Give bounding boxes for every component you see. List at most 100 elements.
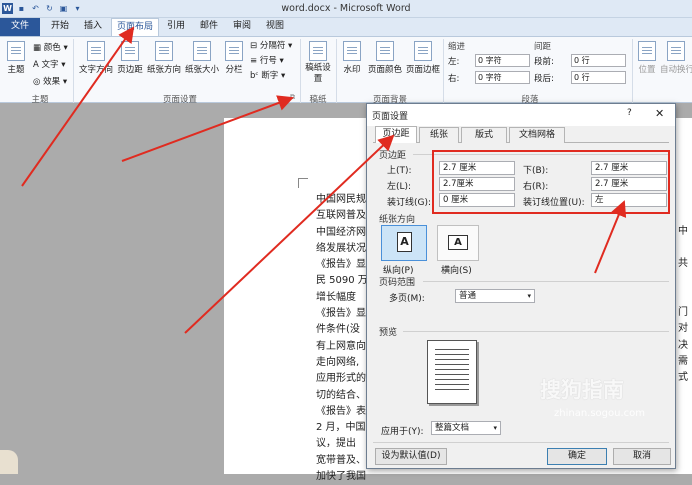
document-char: 中	[678, 226, 688, 237]
theme-fonts-button[interactable]: A 文字 ▾	[33, 58, 66, 70]
wrap-text-button[interactable]: 自动换行	[660, 41, 692, 75]
position-icon	[638, 41, 656, 61]
flower-decoration-image	[0, 450, 18, 474]
text-direction-icon	[87, 41, 105, 61]
footer-divider	[373, 442, 669, 443]
chevron-down-icon: ▾	[493, 424, 497, 432]
wrap-text-icon	[667, 41, 685, 61]
dialog-tab-doc-grid[interactable]: 文档网格	[509, 127, 565, 143]
divider	[73, 39, 74, 103]
spacing-before-input[interactable]: 0 行	[571, 54, 626, 67]
page-color-icon	[376, 41, 394, 61]
section-divider	[403, 331, 669, 332]
draft-paper-button[interactable]: 稿纸设置	[304, 41, 332, 85]
ribbon: 主题 ▦ 颜色 ▾ A 文字 ▾ ◎ 效果 ▾ 主题 文字方向 页边距 纸张方向…	[0, 36, 692, 105]
tab-view[interactable]: 视图	[260, 18, 290, 36]
indent-left-input[interactable]: 0 字符	[475, 54, 530, 67]
spacing-before-label: 段前:	[534, 57, 554, 67]
document-char: 式	[678, 372, 688, 383]
multiple-pages-label: 多页(M):	[389, 294, 425, 304]
preview-page	[427, 340, 477, 404]
page-border-button[interactable]: 页面边框	[404, 41, 442, 75]
spacing-after-input[interactable]: 0 行	[571, 71, 626, 84]
tab-file[interactable]: 文件	[0, 18, 40, 36]
orientation-section-label: 纸张方向	[379, 215, 416, 225]
help-icon[interactable]: ?	[627, 108, 632, 118]
watermark-button[interactable]: 水印	[340, 41, 364, 75]
multiple-pages-select[interactable]: 普通 ▾	[455, 289, 535, 303]
indent-left-label: 左:	[448, 57, 460, 67]
indent-right-input[interactable]: 0 字符	[475, 71, 530, 84]
dialog-title-bar: 页面设置 ? ✕	[367, 104, 675, 126]
preview-section-label: 预览	[379, 328, 398, 338]
tab-references[interactable]: 引用	[161, 18, 191, 36]
position-button[interactable]: 位置	[635, 41, 659, 75]
tab-mailings[interactable]: 邮件	[194, 18, 224, 36]
orientation-button[interactable]: 纸张方向	[145, 41, 183, 75]
margins-icon	[121, 41, 139, 61]
divider	[632, 39, 633, 103]
gutter-label: 装订线(G):	[387, 198, 432, 208]
ribbon-tabs: 文件 开始 插入 页面布局 引用 邮件 审阅 视图	[0, 18, 692, 36]
landscape-option[interactable]: A	[437, 225, 479, 261]
breaks-button[interactable]: ⊟ 分隔符 ▾	[250, 39, 292, 51]
page-color-button[interactable]: 页面颜色	[366, 41, 404, 75]
cancel-button[interactable]: 取消	[613, 448, 671, 465]
landscape-icon: A	[448, 235, 468, 250]
page-border-icon	[414, 41, 432, 61]
theme-button[interactable]: 主题	[3, 41, 29, 75]
document-char: 决	[678, 340, 688, 351]
chevron-down-icon: ▾	[527, 292, 531, 300]
spacing-label: 间距	[534, 42, 552, 52]
theme-effects-button[interactable]: ◎ 效果 ▾	[33, 75, 67, 87]
window-title: word.docx - Microsoft Word	[281, 3, 411, 14]
landscape-label: 横向(S)	[441, 266, 472, 276]
page-setup-launcher-icon[interactable]: ⧉	[290, 93, 295, 102]
tab-insert[interactable]: 插入	[78, 18, 108, 36]
section-divider	[423, 281, 669, 282]
tab-home[interactable]: 开始	[44, 18, 76, 36]
document-char: 共	[678, 258, 688, 269]
indent-right-label: 右:	[448, 74, 460, 84]
left-margin-label: 左(L):	[387, 182, 412, 192]
close-icon[interactable]: ✕	[655, 107, 664, 120]
document-char: 门	[678, 307, 688, 318]
columns-icon	[225, 41, 243, 61]
watermark-icon	[343, 41, 361, 61]
divider	[300, 39, 301, 103]
orientation-icon	[155, 41, 173, 61]
paper-size-button[interactable]: 纸张大小	[183, 41, 221, 75]
theme-icon	[7, 41, 25, 61]
tab-page-layout[interactable]: 页面布局	[111, 18, 159, 36]
theme-colors-button[interactable]: ▦ 颜色 ▾	[33, 41, 68, 53]
margin-corner-mark	[298, 178, 308, 188]
dialog-tab-paper[interactable]: 纸张	[419, 127, 459, 143]
title-bar: W ▪ ↶ ↻ ▣ ▾ word.docx - Microsoft Word	[0, 0, 692, 18]
apply-to-label: 应用于(Y):	[381, 427, 424, 437]
preview-lines	[435, 349, 469, 393]
set-default-button[interactable]: 设为默认值(D)	[375, 448, 447, 465]
columns-button[interactable]: 分栏	[222, 41, 246, 75]
indent-label: 缩进	[448, 42, 466, 52]
spacing-after-label: 段后:	[534, 74, 554, 84]
highlight-box	[432, 150, 670, 214]
portrait-option[interactable]: A	[381, 225, 427, 261]
pages-section-label: 页码范围	[379, 278, 416, 288]
document-char: 对	[678, 323, 688, 334]
dialog-tab-layout[interactable]: 版式	[461, 127, 507, 143]
text-direction-button[interactable]: 文字方向	[78, 41, 114, 75]
sogou-watermark-url: zhinan.sogou.com	[554, 408, 646, 419]
draft-paper-icon	[309, 41, 327, 61]
ok-button[interactable]: 确定	[547, 448, 607, 465]
margins-section-label: 页边距	[379, 151, 407, 161]
dialog-title: 页面设置	[372, 112, 409, 122]
top-margin-label: 上(T):	[387, 166, 412, 176]
apply-to-select[interactable]: 整篇文档 ▾	[431, 421, 501, 435]
margins-button[interactable]: 页边距	[115, 41, 145, 75]
hyphenation-button[interactable]: bᶜ 断字 ▾	[250, 69, 285, 81]
portrait-icon: A	[397, 232, 412, 252]
tab-review[interactable]: 审阅	[227, 18, 257, 36]
dialog-tab-margins[interactable]: 页边距	[375, 126, 417, 143]
line-numbers-button[interactable]: ≡ 行号 ▾	[250, 54, 284, 66]
document-char: 需	[678, 356, 688, 367]
